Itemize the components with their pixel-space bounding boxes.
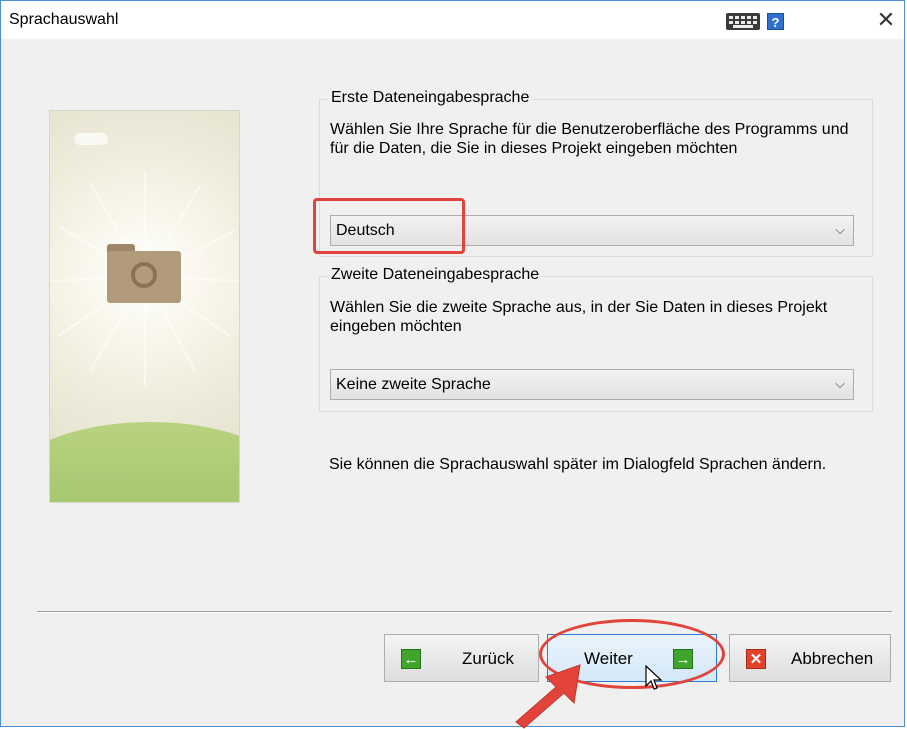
green-hill	[50, 422, 239, 502]
second-language-description: Wählen Sie die zweite Sprache aus, in de…	[330, 299, 828, 335]
annotation-highlight-box	[313, 198, 465, 254]
cancel-button-label: Abbrechen	[791, 649, 874, 668]
second-language-value: Keine zweite Sprache	[336, 376, 491, 393]
arrow-left-icon: ←	[401, 649, 421, 669]
first-language-description: Wählen Sie Ihre Sprache für die Benutzer…	[330, 121, 849, 157]
chevron-down-icon: ⌵	[835, 222, 845, 237]
second-language-select[interactable]: Keine zweite Sprache ⌵	[330, 369, 854, 400]
language-selection-dialog: Sprachauswahl ? ✕ Erste Dateneingabespra…	[0, 0, 905, 727]
cancel-x-icon: ✕	[746, 649, 766, 669]
annotation-arrow-icon	[515, 664, 581, 729]
back-button-label: Zurück	[462, 649, 514, 668]
folder-icon	[107, 251, 181, 303]
second-language-legend: Zweite Dateneingabesprache	[328, 266, 543, 284]
second-language-group: Zweite Dateneingabesprache Wählen Sie di…	[319, 266, 873, 412]
keyboard-icon[interactable]	[726, 13, 760, 30]
first-language-legend: Erste Dateneingabesprache	[328, 89, 533, 107]
title-bar: Sprachauswahl ? ✕	[1, 1, 904, 39]
cancel-button[interactable]: ✕ Abbrechen	[729, 634, 891, 682]
window-title: Sprachauswahl	[9, 11, 119, 28]
help-icon[interactable]: ?	[767, 13, 784, 30]
separator-line	[37, 611, 892, 613]
chevron-down-icon: ⌵	[835, 376, 845, 391]
mouse-cursor-icon	[645, 665, 663, 690]
folder-logo	[131, 262, 157, 288]
info-text: Sie können die Sprachauswahl später im D…	[329, 456, 827, 473]
close-icon[interactable]: ✕	[871, 5, 901, 35]
decorative-illustration	[49, 110, 240, 503]
